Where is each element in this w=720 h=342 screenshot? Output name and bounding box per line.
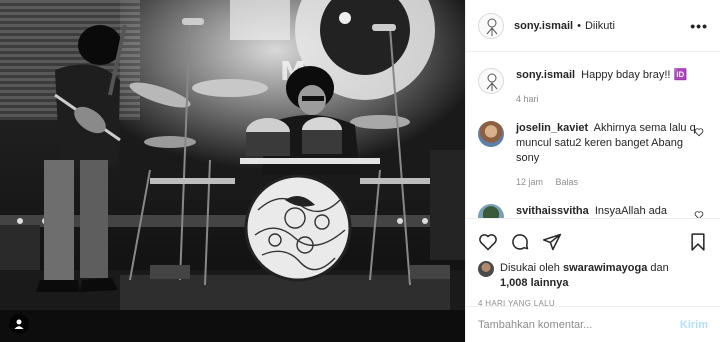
liker-username[interactable]: swarawimayoga — [563, 262, 647, 274]
heart-icon[interactable] — [694, 210, 704, 218]
author-avatar[interactable] — [478, 12, 504, 39]
bookmark-icon[interactable] — [688, 232, 708, 252]
heart-icon[interactable] — [694, 127, 704, 137]
comment-avatar[interactable] — [478, 121, 504, 147]
add-comment-bar: Kirim — [466, 306, 720, 342]
post-comment-button[interactable]: Kirim — [680, 319, 708, 331]
likes-prefix: Disukai oleh — [500, 262, 560, 274]
comment-username[interactable]: sony.ismail — [516, 69, 575, 81]
likes-joiner: dan — [650, 262, 669, 274]
comment-avatar[interactable] — [478, 68, 504, 94]
list-item: svithaissvitha InsyaAllah ada — [478, 204, 708, 218]
list-item: joselin_kaviet Akhirnya sema lalu q munc… — [478, 121, 708, 190]
comment-time: 4 hari — [516, 94, 539, 104]
comment-text: InsyaAllah ada — [594, 205, 667, 217]
author-username[interactable]: sony.ismail — [514, 20, 573, 32]
caption-comment: sony.ismail Happy bday bray!! 🆔 4 hari — [478, 68, 708, 107]
comment-text: Happy bday bray!! 🆔 — [581, 69, 688, 81]
user-tag-icon[interactable] — [9, 314, 29, 334]
likes-others[interactable]: 1,008 lainnya — [500, 277, 569, 289]
post-actions: Disukai oleh swarawimayoga dan 1,008 lai… — [466, 218, 720, 308]
reply-button[interactable]: Balas — [556, 177, 579, 187]
post-header: sony.ismail • Diikuti ••• — [466, 0, 720, 52]
liker-avatar[interactable] — [478, 261, 494, 277]
separator-dot: • — [577, 19, 581, 32]
concert-photo: M — [0, 0, 465, 342]
comment-avatar[interactable] — [478, 204, 504, 218]
follow-status[interactable]: Diikuti — [585, 20, 615, 32]
comment-input[interactable] — [478, 318, 680, 331]
comments-list[interactable]: sony.ismail Happy bday bray!! 🆔 4 hari j… — [466, 52, 720, 218]
comment-username[interactable]: joselin_kaviet — [516, 122, 588, 134]
post-photo[interactable]: M — [0, 0, 465, 342]
paper-plane-icon[interactable] — [542, 232, 562, 252]
comment-username[interactable]: svithaissvitha — [516, 205, 589, 217]
post-side-panel: sony.ismail • Diikuti ••• sony.ismail Ha… — [465, 0, 720, 342]
heart-icon[interactable] — [478, 232, 498, 252]
likes-summary: Disukai oleh swarawimayoga dan 1,008 lai… — [478, 261, 708, 291]
more-options-icon[interactable]: ••• — [690, 18, 708, 34]
comment-time: 12 jam — [516, 177, 544, 187]
comment-icon[interactable] — [510, 232, 530, 252]
